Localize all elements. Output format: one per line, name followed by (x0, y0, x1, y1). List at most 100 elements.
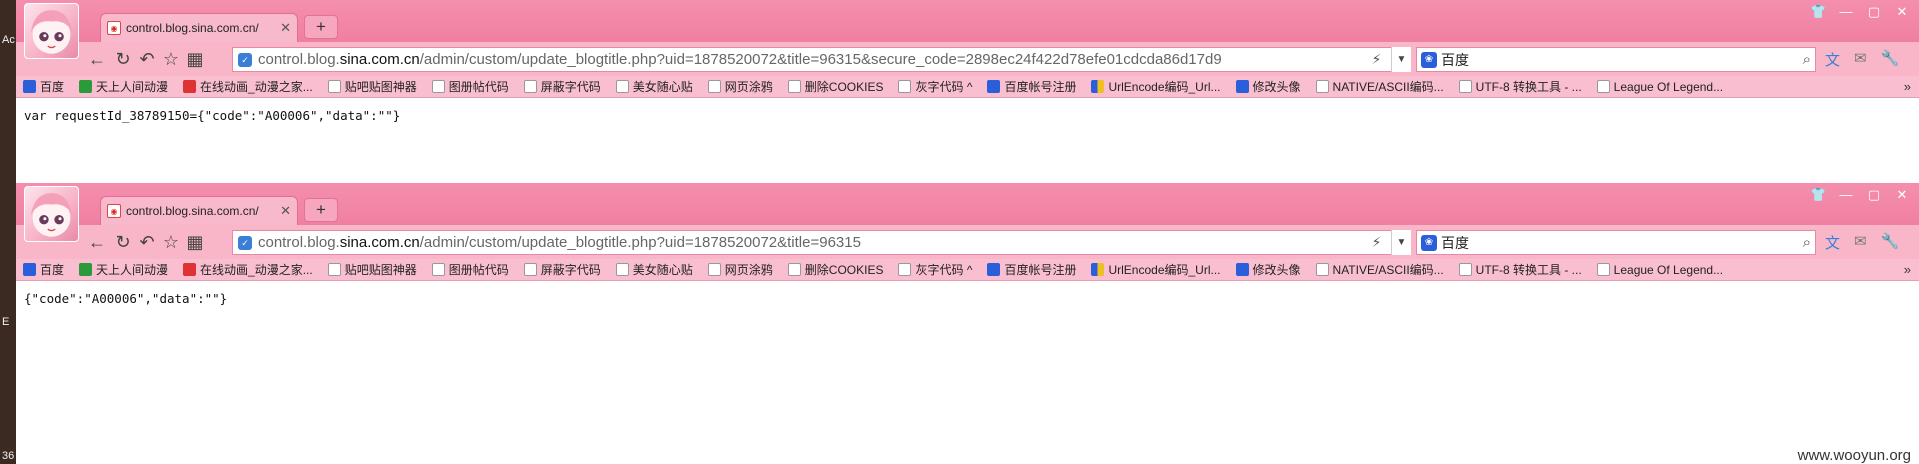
paw-icon (23, 80, 36, 93)
bookmark-item[interactable]: UrlEncode编码_Url... (1091, 261, 1221, 278)
minimize-icon[interactable]: — (1838, 187, 1854, 203)
bookmark-item[interactable]: 网页涂鸦 (707, 261, 773, 278)
search-box[interactable]: ❀ 百度 ⌕ (1416, 47, 1816, 72)
lightning-icon[interactable]: ⚡ (1372, 51, 1382, 68)
apps-grid-icon[interactable]: ▦ (185, 49, 205, 69)
bookmark-item[interactable]: 修改头像 (1235, 78, 1301, 95)
site-info-icon[interactable]: ✓ (238, 235, 252, 250)
undo-icon[interactable]: ↶ (137, 232, 157, 252)
undo-icon[interactable]: ↶ (137, 49, 157, 69)
close-icon[interactable]: ✕ (280, 203, 291, 219)
chevron-down-icon[interactable]: ▼ (1391, 230, 1411, 255)
back-icon[interactable]: ← (87, 232, 107, 252)
folder-icon (523, 80, 537, 93)
new-tab-button[interactable]: + (304, 15, 338, 39)
bookmark-item[interactable]: 美女随心贴 (615, 261, 693, 278)
star-icon[interactable]: ☆ (161, 232, 181, 252)
close-window-icon[interactable]: ✕ (1894, 4, 1910, 20)
bookmark-item[interactable]: 修改头像 (1235, 261, 1301, 278)
title-bar: ◉ control.blog.sina.com.cn/ ✕ + 👕 — ▢ ✕ (16, 183, 1919, 242)
bookmark-item[interactable]: NATIVE/ASCII编码... (1315, 78, 1444, 95)
reload-icon[interactable]: ↻ (113, 49, 133, 69)
bookmark-item[interactable]: 百度 (23, 78, 64, 95)
bookmark-item[interactable]: UTF-8 转换工具 - ... (1458, 261, 1582, 278)
toolbar: ← ↻ ↶ ☆ ▦ ✓ control.blog.sina.com.cn/adm… (16, 225, 1919, 259)
minimize-icon[interactable]: — (1838, 4, 1854, 20)
maximize-icon[interactable]: ▢ (1866, 187, 1882, 203)
avatar[interactable] (24, 186, 79, 242)
bookmark-item[interactable]: 删除COOKIES (787, 78, 883, 95)
tab-active[interactable]: ◉ control.blog.sina.com.cn/ ✕ (100, 13, 298, 42)
bookmark-label: 天上人间动漫 (96, 263, 169, 277)
bookmark-item[interactable]: 删除COOKIES (787, 261, 884, 278)
bookmark-item[interactable]: 天上人间动漫 (79, 261, 168, 278)
skin-icon[interactable]: 👕 (1810, 4, 1826, 20)
tab-active[interactable]: ◉ control.blog.sina.com.cn/ ✕ (100, 196, 298, 225)
bookmarks-bar: 百度 天上人间动漫 在线动画_动漫之家... 贴吧贴图神器 图册帖代码 屏蔽字代码 美女随心… (16, 76, 1919, 98)
reload-icon[interactable]: ↻ (113, 232, 133, 252)
bookmark-item[interactable]: 百度帐号注册 (987, 78, 1076, 95)
sina-favicon-icon: ◉ (107, 21, 121, 35)
bookmark-item[interactable]: UTF-8 转换工具 - ... (1458, 78, 1582, 95)
url-text[interactable]: control.blog.sina.com.cn/admin/custom/up… (258, 51, 1372, 68)
search-box[interactable]: ❀ 百度 ⌕ (1416, 230, 1816, 255)
bookmark-item[interactable]: 屏蔽字代码 (523, 78, 601, 95)
url-text[interactable]: control.blog.sina.com.cn/admin/custom/up… (258, 234, 1372, 251)
maximize-icon[interactable]: ▢ (1866, 4, 1882, 20)
address-bar[interactable]: ✓ control.blog.sina.com.cn/admin/custom/… (232, 47, 1411, 72)
site-info-icon[interactable]: ✓ (238, 52, 252, 67)
paw-icon (987, 80, 1001, 93)
bookmark-item[interactable]: 在线动画_动漫之家... (183, 261, 313, 278)
bookmark-item[interactable]: 图册帖代码 (431, 261, 509, 278)
bookmark-item[interactable]: UrlEncode编码_Url... (1091, 78, 1221, 95)
bookmark-item[interactable]: 屏蔽字代码 (523, 261, 601, 278)
bookmark-item[interactable]: 天上人间动漫 (79, 78, 168, 95)
address-bar[interactable]: ✓ control.blog.sina.com.cn/admin/custom/… (232, 230, 1411, 255)
mail-icon[interactable]: ✉ (1854, 232, 1867, 253)
lightning-icon[interactable]: ⚡ (1372, 234, 1382, 251)
avatar[interactable] (24, 3, 79, 59)
close-icon[interactable]: ✕ (280, 20, 291, 36)
bookmark-item[interactable]: 美女随心贴 (615, 78, 693, 95)
bookmark-item[interactable]: 灰字代码 ^ (898, 261, 972, 278)
bookmark-item[interactable]: 图册帖代码 (431, 78, 509, 95)
bookmark-label: NATIVE/ASCII编码... (1332, 80, 1444, 94)
translate-icon[interactable]: 文 (1825, 49, 1840, 70)
new-tab-button[interactable]: + (304, 198, 338, 222)
bookmark-item[interactable]: 百度 (23, 261, 64, 278)
bookmark-item[interactable]: NATIVE/ASCII编码... (1315, 261, 1444, 278)
tab-title: control.blog.sina.com.cn/ (126, 21, 259, 35)
skin-icon[interactable]: 👕 (1810, 187, 1826, 203)
baidu-paw-icon[interactable]: ❀ (1421, 234, 1437, 251)
wrench-icon[interactable]: 🔧 (1881, 232, 1900, 253)
search-icon[interactable]: ⌕ (1803, 234, 1811, 251)
bookmark-item[interactable]: 灰字代码 ^ (898, 78, 972, 95)
translate-icon[interactable]: 文 (1825, 232, 1840, 253)
chevron-down-icon[interactable]: ▼ (1391, 47, 1411, 72)
wrench-icon[interactable]: 🔧 (1881, 49, 1900, 70)
toolbar-right-icons: 文 ✉ 🔧 (1825, 232, 1899, 253)
apps-grid-icon[interactable]: ▦ (185, 232, 205, 252)
bookmark-label: 百度帐号注册 (1004, 80, 1077, 94)
bookmarks-more-icon[interactable]: » (1904, 79, 1911, 94)
bookmark-item[interactable]: 贴吧贴图神器 (327, 261, 417, 278)
bookmark-label: 灰字代码 ^ (915, 80, 973, 94)
bookmark-item[interactable]: League Of Legend... (1596, 78, 1723, 95)
bookmark-item[interactable]: 贴吧贴图神器 (327, 78, 417, 95)
bookmarks-more-icon[interactable]: » (1904, 262, 1911, 277)
folder-icon (615, 80, 629, 93)
close-window-icon[interactable]: ✕ (1894, 187, 1910, 203)
bookmark-item[interactable]: 在线动画_动漫之家... (183, 78, 313, 95)
back-icon[interactable]: ← (87, 49, 107, 69)
baidu-paw-icon[interactable]: ❀ (1421, 51, 1437, 68)
bookmark-label: 删除COOKIES (804, 263, 884, 277)
search-icon[interactable]: ⌕ (1803, 51, 1811, 68)
bookmark-item[interactable]: League Of Legend... (1596, 261, 1723, 278)
folder-icon (787, 80, 801, 93)
bookmark-item[interactable]: 百度帐号注册 (987, 261, 1076, 278)
bookmark-item[interactable]: 网页涂鸦 (707, 78, 773, 95)
folder-icon (327, 80, 341, 93)
mail-icon[interactable]: ✉ (1854, 49, 1867, 70)
desktop-side-text: E (2, 316, 10, 328)
star-icon[interactable]: ☆ (161, 49, 181, 69)
